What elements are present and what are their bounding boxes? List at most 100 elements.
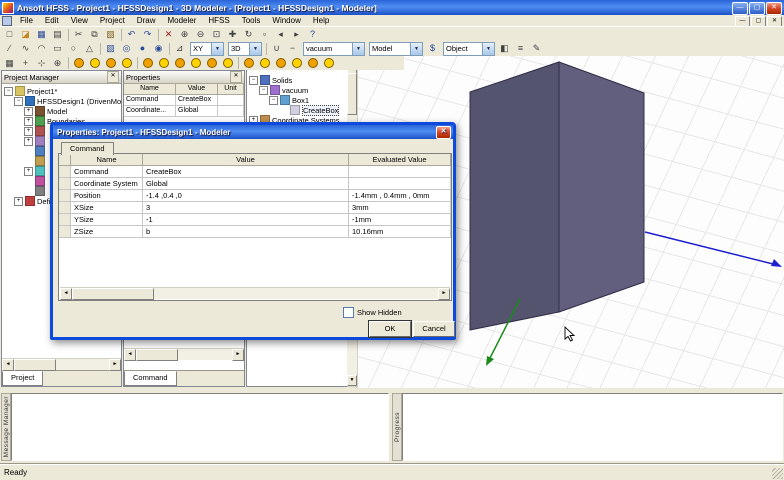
cancel-button[interactable]: Cancel [413, 321, 455, 337]
plane-tool-icon[interactable] [156, 57, 171, 70]
mdi-system-icon[interactable] [2, 15, 12, 26]
tree-expander-icon[interactable]: + [24, 136, 33, 146]
tree-expander-icon[interactable]: − [4, 86, 13, 96]
cell-value[interactable]: Global [143, 178, 349, 190]
tree-item-createbox[interactable]: −CreateBox [247, 104, 347, 116]
plane-tool-icon[interactable] [103, 57, 118, 70]
chevron-down-icon[interactable]: ▼ [249, 42, 261, 55]
scroll-right-icon[interactable]: ► [109, 358, 121, 371]
scroll-left-icon[interactable]: ◄ [60, 287, 72, 300]
chevron-down-icon[interactable]: ▼ [211, 42, 223, 55]
plane-tool-icon[interactable] [204, 57, 219, 70]
next-view-icon[interactable]: ▸ [289, 28, 304, 41]
menu-view[interactable]: View [65, 15, 94, 26]
save-icon[interactable]: ▦ [34, 28, 49, 41]
undo-icon[interactable]: ↶ [124, 28, 139, 41]
cell-value[interactable]: b [143, 226, 349, 238]
close-icon[interactable]: ✕ [107, 71, 119, 83]
box-3d[interactable] [469, 61, 645, 331]
row-selector[interactable] [59, 166, 71, 178]
cell-value[interactable]: 3 [143, 202, 349, 214]
draw-polygon-icon[interactable]: △ [82, 42, 97, 55]
tab-project[interactable]: Project [2, 371, 44, 386]
draw-line-icon[interactable]: ∕ [2, 42, 17, 55]
menu-draw[interactable]: Draw [131, 15, 162, 26]
selection-mode-combo[interactable]: Object ▼ [443, 41, 495, 56]
tree-item-model[interactable]: + Model [2, 106, 121, 116]
pan-icon[interactable]: ✚ [225, 28, 240, 41]
grid-settings-icon[interactable]: ▦ [2, 57, 17, 70]
material-combo[interactable]: vacuum ▼ [303, 41, 365, 56]
menu-tools[interactable]: Tools [236, 15, 267, 26]
menu-hfss[interactable]: HFSS [202, 15, 235, 26]
tree-expander-icon[interactable]: + [24, 106, 33, 116]
resize-grip[interactable] [772, 468, 783, 479]
draw-sphere-icon[interactable]: ● [135, 42, 150, 55]
plane-tool-icon[interactable] [273, 57, 288, 70]
history-tree-icon[interactable]: ≡ [513, 42, 528, 55]
dialog-hscrollbar[interactable]: ◄ ► [60, 287, 450, 300]
row-selector[interactable] [59, 178, 71, 190]
copy-icon[interactable]: ⧉ [87, 28, 102, 41]
row-selector[interactable] [59, 226, 71, 238]
tree-expander-icon[interactable]: + [24, 126, 33, 136]
properties-cell[interactable]: Global [176, 106, 218, 117]
plane-tool-icon[interactable] [289, 57, 304, 70]
tree-item-vacuum[interactable]: − vacuum [247, 85, 347, 95]
local-cs-icon[interactable]: ⊹ [34, 57, 49, 70]
show-hidden-checkbox[interactable] [343, 307, 354, 318]
open-file-icon[interactable]: ◪ [18, 28, 33, 41]
plane-tool-icon[interactable] [188, 57, 203, 70]
global-cs-icon[interactable]: ⊕ [50, 57, 65, 70]
cell-value[interactable]: -1.4 ,0.4 ,0 [143, 190, 349, 202]
tree-item-project1[interactable]: − Project1* [2, 86, 121, 96]
chevron-down-icon[interactable]: ▼ [352, 42, 364, 55]
draw-ellipse-icon[interactable]: ○ [66, 42, 81, 55]
scroll-right-icon[interactable]: ► [438, 287, 450, 300]
model-type-combo[interactable]: Model ▼ [369, 41, 423, 56]
minimize-button[interactable]: — [732, 2, 748, 15]
plane-tool-icon[interactable] [321, 57, 336, 70]
tree-item-solids[interactable]: − Solids [247, 75, 347, 85]
menu-project[interactable]: Project [94, 15, 131, 26]
maximize-button[interactable]: ▢ [749, 2, 765, 15]
cell-value[interactable]: -1 [143, 214, 349, 226]
project-tree-hscrollbar[interactable]: ◄ ► [2, 358, 121, 371]
rotate-view-icon[interactable]: ↻ [241, 28, 256, 41]
plane-tool-icon[interactable] [257, 57, 272, 70]
tree-expander-icon[interactable]: − [269, 95, 278, 105]
draw-rectangle-icon[interactable]: ▭ [50, 42, 65, 55]
menu-window[interactable]: Window [266, 15, 306, 26]
menu-help[interactable]: Help [307, 15, 335, 26]
row-selector[interactable] [59, 214, 71, 226]
prev-view-icon[interactable]: ◂ [273, 28, 288, 41]
boolean-unite-icon[interactable]: ∪ [269, 42, 284, 55]
scrollbar-thumb[interactable] [136, 348, 178, 361]
scrollbar-thumb[interactable] [14, 358, 56, 371]
plane-tool-icon[interactable] [119, 57, 134, 70]
snap-mode-icon[interactable]: + [18, 57, 33, 70]
plane-tool-icon[interactable] [241, 57, 256, 70]
message-manager-panel[interactable] [11, 393, 389, 461]
properties-hscrollbar[interactable]: ◄ ► [124, 348, 244, 361]
tree-item-box1[interactable]: − Box1 [247, 95, 347, 105]
dialog-close-icon[interactable]: ✕ [436, 125, 451, 139]
dialog-tab-command[interactable]: Command [61, 142, 114, 155]
plane-tool-icon[interactable] [305, 57, 320, 70]
fit-all-icon[interactable]: ▫ [257, 28, 272, 41]
plane-tool-icon[interactable] [172, 57, 187, 70]
tree-expander-icon[interactable]: + [14, 196, 23, 206]
tree-expander-icon[interactable]: − [249, 75, 258, 85]
scrollbar-thumb[interactable] [72, 287, 154, 300]
print-icon[interactable]: ▤ [50, 28, 65, 41]
tree-expander-icon[interactable]: + [24, 166, 33, 176]
tree-expander-icon[interactable]: + [24, 116, 33, 126]
select-faces-icon[interactable]: ◧ [497, 42, 512, 55]
tree-expander-icon[interactable]: − [259, 85, 268, 95]
scroll-down-icon[interactable]: ▼ [347, 375, 357, 386]
delete-icon[interactable]: ✕ [161, 28, 176, 41]
zoom-in-icon[interactable]: ⊕ [177, 28, 192, 41]
close-icon[interactable]: ✕ [230, 71, 242, 83]
message-manager-strip[interactable]: Message Manager [1, 393, 11, 461]
tree-expander-icon[interactable]: − [14, 96, 23, 106]
